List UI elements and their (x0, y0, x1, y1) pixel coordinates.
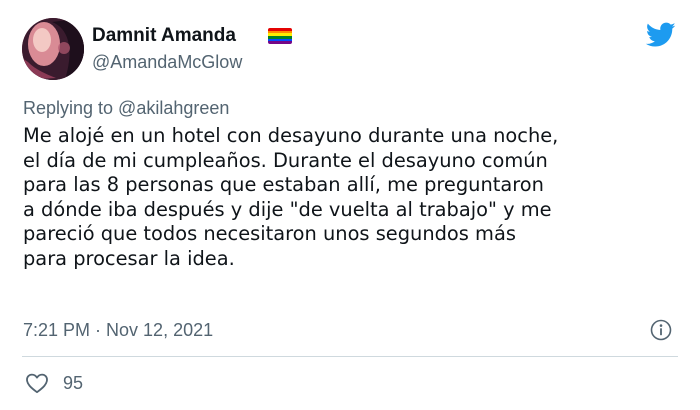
tweet-timestamp[interactable]: 7:21 PM · Nov 12, 2021 (23, 319, 213, 341)
like-count[interactable]: 95 (63, 372, 83, 394)
tweet-card: Damnit Amanda @AmandaMcGlow Replying to … (0, 0, 700, 410)
display-name[interactable]: Damnit Amanda (92, 24, 236, 48)
tweet-text: Me alojé en un hotel con desayuno durant… (23, 124, 683, 271)
tweet-text-line: para las 8 personas que estaban allí, me… (23, 173, 544, 196)
twitter-bird-icon[interactable] (646, 22, 676, 48)
tweet-text-line: pareció que todos necesitaron unos segun… (23, 222, 516, 245)
tweet-text-line: el día de mi cumpleaños. Durante el desa… (23, 148, 548, 172)
avatar-image (22, 18, 84, 80)
tweet-text-line: a dónde iba después y dije "de vuelta al… (23, 197, 552, 221)
replying-to-label[interactable]: Replying to @akilahgreen (23, 97, 229, 119)
divider (22, 356, 678, 357)
heart-icon[interactable] (25, 372, 49, 394)
rainbow-flag-icon (268, 28, 292, 44)
info-icon[interactable] (650, 319, 672, 341)
tweet-text-line: Me alojé en un hotel con desayuno durant… (23, 124, 559, 147)
user-handle[interactable]: @AmandaMcGlow (92, 51, 242, 73)
avatar[interactable] (22, 18, 84, 80)
tweet-text-line: para procesar la idea. (23, 246, 235, 270)
